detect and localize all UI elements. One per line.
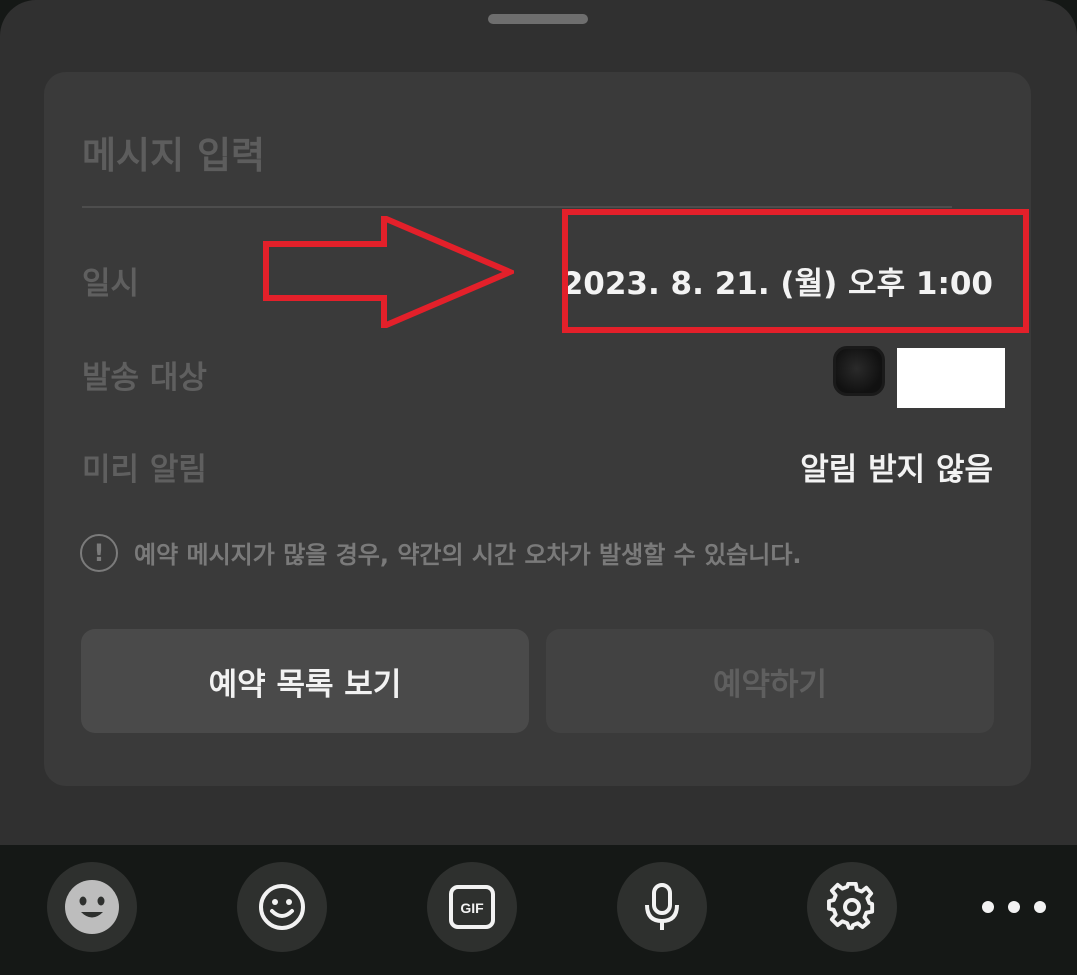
- gear-icon: [827, 882, 875, 930]
- voice-button[interactable]: [617, 862, 707, 952]
- more-icon[interactable]: [982, 898, 1046, 916]
- sheet-drag-handle[interactable]: [488, 14, 588, 24]
- notice-text: 예약 메시지가 많을 경우, 약간의 시간 오차가 발생할 수 있습니다.: [134, 541, 802, 569]
- reserve-button[interactable]: 예약하기: [546, 629, 994, 733]
- reminder-label: 미리 알림: [82, 452, 207, 488]
- info-icon: !: [80, 534, 118, 572]
- datetime-label: 일시: [82, 266, 140, 302]
- smile-icon: [259, 884, 305, 930]
- target-label: 발송 대상: [82, 360, 207, 396]
- more-dot: [1034, 901, 1046, 913]
- reminder-value[interactable]: 알림 받지 않음: [800, 444, 993, 489]
- avatar: [833, 346, 885, 396]
- arrow-right-icon: [263, 216, 514, 328]
- gif-label: GIF: [460, 900, 484, 916]
- emoticon-face-icon: [65, 880, 119, 934]
- highlight-box: [562, 209, 1029, 333]
- reservation-card: 일시 2023. 8. 21. (월) 오후 1:00 발송 대상 미리 알림 …: [44, 72, 1031, 786]
- more-dot: [982, 901, 994, 913]
- view-reservation-list-button[interactable]: 예약 목록 보기: [81, 629, 529, 733]
- input-toolbar: GIF: [0, 845, 1077, 975]
- target-name-redacted: [897, 348, 1005, 408]
- gif-button[interactable]: GIF: [427, 862, 517, 952]
- settings-button[interactable]: [807, 862, 897, 952]
- emoticon-button[interactable]: [47, 862, 137, 952]
- message-input[interactable]: [82, 122, 952, 208]
- bottom-sheet: 일시 2023. 8. 21. (월) 오후 1:00 발송 대상 미리 알림 …: [0, 0, 1077, 845]
- microphone-icon: [645, 883, 679, 930]
- more-dot: [1008, 901, 1020, 913]
- gif-icon: GIF: [449, 885, 495, 929]
- emoji-button[interactable]: [237, 862, 327, 952]
